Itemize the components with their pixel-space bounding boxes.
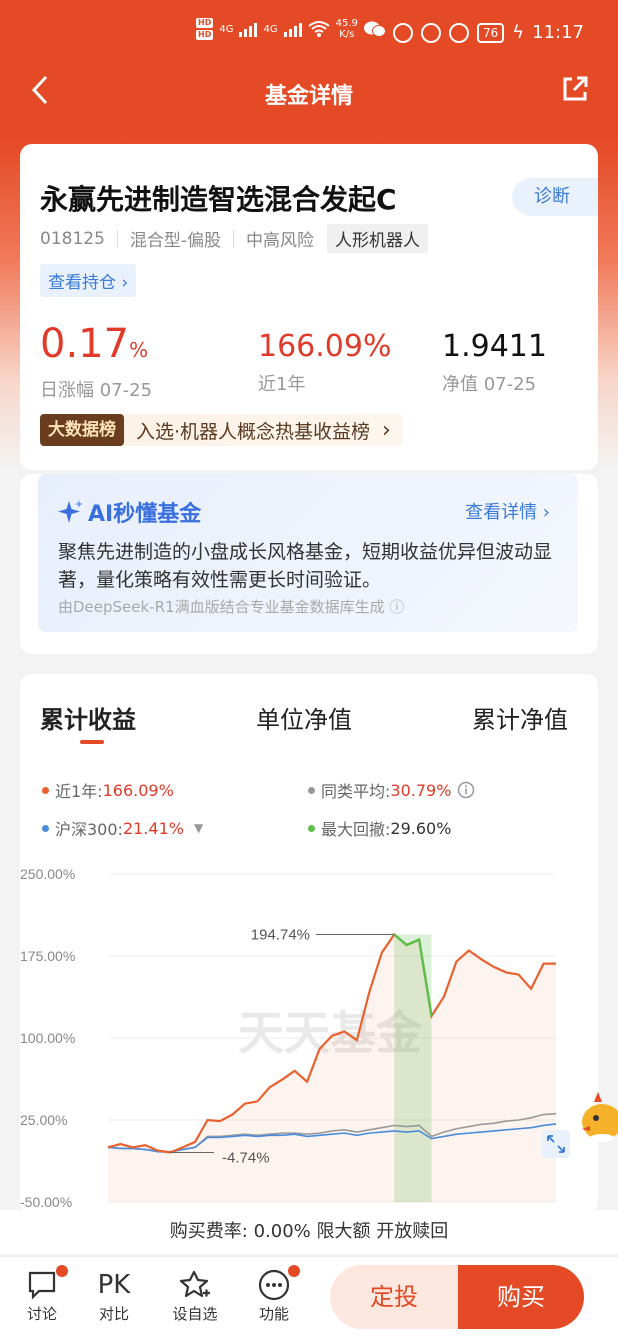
- legend-max-drawdown: 最大回撤: 29.60%: [308, 816, 451, 840]
- bottom-action-bar: 讨论 PK 对比 设自选 功能 定投 购买: [0, 1256, 618, 1338]
- fund-risk: 中高风险: [246, 231, 315, 251]
- tab-cumulative-nav[interactable]: 累计净值: [472, 700, 568, 735]
- fund-meta: 018125 混合型-偏股 中高风险 人形机器人: [40, 224, 429, 253]
- network-label-2: 4G: [263, 23, 278, 35]
- caret-down-icon: ▼: [193, 821, 204, 835]
- nav-stat: 1.9411 净值 07-25: [442, 326, 547, 396]
- nav-value: 1.9411: [442, 329, 547, 364]
- y-tick-label: -50.00%: [20, 1194, 72, 1210]
- ai-summary-text: 聚焦先进制造的小盘成长风格基金，短期收益优异但波动显著，量化策略有效性需更长时间…: [58, 541, 553, 591]
- network-speed: 45.9 K/s: [335, 18, 358, 40]
- wifi-icon: [307, 21, 330, 37]
- charging-icon: ϟ: [512, 22, 525, 43]
- legend-peer-average: 同类平均: 30.79%: [308, 778, 475, 802]
- tab-cumulative-return[interactable]: 累计收益: [40, 700, 136, 735]
- fund-summary-card: 永赢先进制造智选混合发起C 诊断 018125 混合型-偏股 中高风险 人形机器…: [20, 144, 598, 470]
- daily-change-value: 0.17: [40, 321, 130, 367]
- ranking-text: 入选·机器人概念热基收益榜: [136, 420, 371, 443]
- y-tick-label: 175.00%: [20, 948, 75, 964]
- pk-icon: PK: [97, 1270, 131, 1300]
- y-tick-label: 100.00%: [20, 1030, 75, 1046]
- signal-icon: [239, 21, 258, 37]
- min-annotation-label: -4.74%: [222, 1149, 270, 1166]
- wechat-icon: [363, 21, 386, 37]
- ai-view-details-link[interactable]: 查看详情 ›: [465, 498, 550, 524]
- theme-tag[interactable]: 人形机器人: [327, 224, 429, 253]
- mascot-icon[interactable]: [580, 1090, 618, 1144]
- compare-button[interactable]: PK 对比: [84, 1267, 144, 1324]
- ranking-banner[interactable]: 大数据榜 入选·机器人概念热基收益榜 ›: [40, 414, 403, 446]
- big-data-badge: 大数据榜: [40, 414, 124, 446]
- sip-button[interactable]: 定投: [330, 1265, 458, 1329]
- star-plus-icon: [165, 1267, 225, 1303]
- legend-index[interactable]: 沪深300: 21.41% ▼: [42, 816, 203, 840]
- ai-footnote: 由DeepSeek-R1满血版结合专业基金数据库生成 ⓘ: [58, 598, 405, 616]
- fee-info: 购买费率: 0.00% 限大额 开放赎回: [0, 1210, 618, 1254]
- page-title: 基金详情: [264, 84, 353, 109]
- diagnose-button[interactable]: 诊断: [512, 178, 598, 216]
- performance-chart-card: 累计收益 单位净值 累计净值 近1年: 166.09% 同类平均: 30.79% 沪…: [20, 674, 598, 1214]
- network-label-1: 4G: [219, 23, 234, 35]
- active-tab-indicator: [80, 740, 104, 744]
- view-holdings-button[interactable]: 查看持仓 ›: [40, 264, 137, 297]
- max-annotation-label: 194.74%: [251, 926, 310, 943]
- ai-summary-panel: AI秒懂基金 查看详情 › 聚焦先进制造的小盘成长风格基金，短期收益优异但波动显…: [38, 474, 578, 632]
- year-return-value: 166.09%: [258, 329, 392, 364]
- ai-summary-card: AI秒懂基金 查看详情 › 聚焦先进制造的小盘成长风格基金，短期收益优异但波动显…: [20, 474, 598, 654]
- y-tick-label: 25.00%: [20, 1112, 67, 1128]
- clock: 11:17: [532, 22, 584, 43]
- battery-icon: 76: [476, 22, 505, 43]
- legend-fund: 近1年: 166.09%: [42, 778, 174, 802]
- chat-icon: [12, 1265, 72, 1303]
- nav-label: 净值 07-25: [442, 374, 537, 395]
- sparkle-icon: [58, 500, 83, 523]
- ai-title: AI秒懂基金: [58, 496, 201, 528]
- tab-unit-nav[interactable]: 单位净值: [256, 700, 352, 735]
- hd-indicator: HD HD: [196, 18, 214, 40]
- more-icon: [244, 1265, 304, 1303]
- discuss-button[interactable]: 讨论: [12, 1265, 72, 1324]
- chevron-right-icon: ›: [382, 417, 391, 443]
- eye-icon: [420, 22, 441, 43]
- daily-change-unit: %: [129, 338, 149, 362]
- fund-area: [108, 934, 556, 1202]
- nfc-icon: [392, 22, 413, 43]
- daily-change-label: 日涨幅 07-25: [40, 380, 153, 401]
- fund-code: 018125: [40, 228, 105, 249]
- status-bar: HD HD 4G 4G 45.9 K/s 76 ϟ 11:17: [0, 0, 618, 62]
- signal-icon-2: [283, 21, 302, 37]
- add-watchlist-button[interactable]: 设自选: [165, 1267, 225, 1324]
- daily-change-stat: 0.17% 日涨幅 07-25: [40, 320, 152, 402]
- more-functions-button[interactable]: 功能: [244, 1265, 304, 1324]
- expand-icon[interactable]: [542, 1130, 570, 1158]
- alarm-icon: [448, 22, 469, 43]
- chart-tabs: 累计收益 单位净值 累计净值: [20, 700, 598, 740]
- buy-button[interactable]: 购买: [458, 1265, 584, 1329]
- nav-bar: 基金详情: [0, 62, 618, 122]
- share-icon[interactable]: [560, 74, 590, 108]
- year-return-stat: 166.09% 近1年: [258, 326, 391, 396]
- return-chart[interactable]: 250.00%175.00%100.00%25.00%-50.00%天天基金19…: [20, 854, 598, 1214]
- fund-type: 混合型-偏股: [129, 231, 222, 251]
- info-icon[interactable]: [457, 781, 475, 799]
- year-return-label: 近1年: [258, 374, 306, 395]
- fund-name: 永赢先进制造智选混合发起C: [40, 183, 397, 216]
- y-tick-label: 250.00%: [20, 866, 75, 882]
